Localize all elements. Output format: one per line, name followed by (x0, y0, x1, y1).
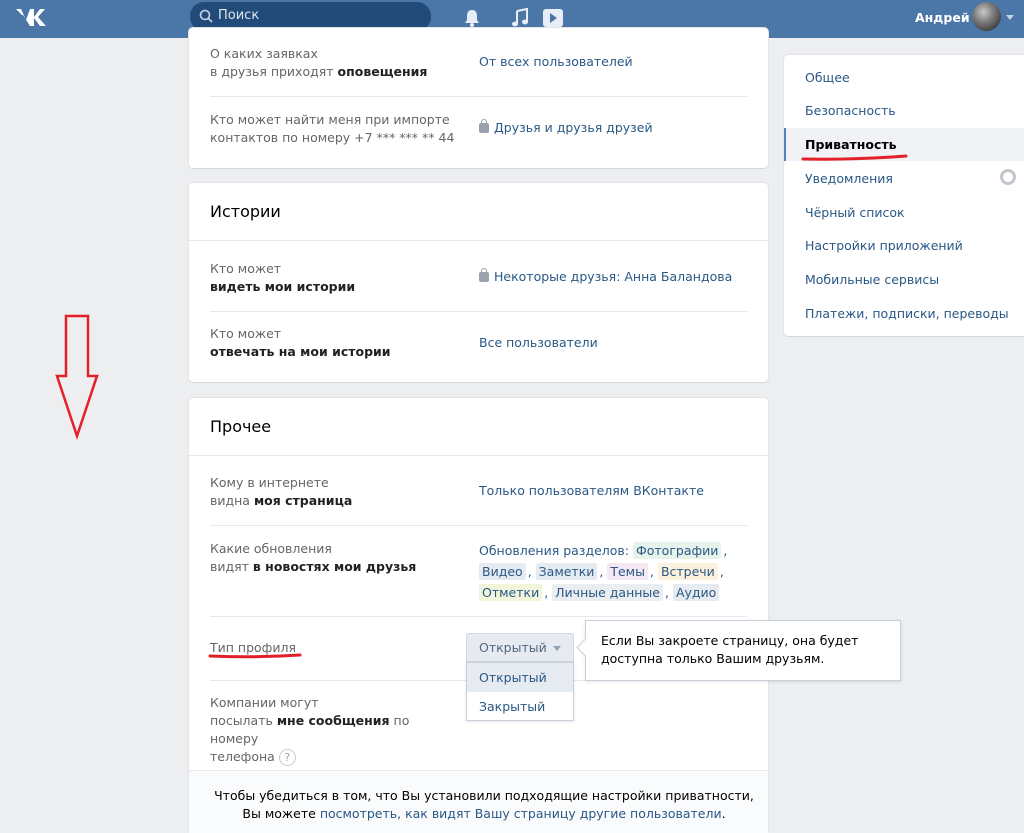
red-arrow-down-icon (55, 314, 99, 440)
annotation-layer (55, 154, 908, 659)
red-underline-privacy (801, 154, 908, 161)
red-underline-profile-type (208, 653, 302, 659)
